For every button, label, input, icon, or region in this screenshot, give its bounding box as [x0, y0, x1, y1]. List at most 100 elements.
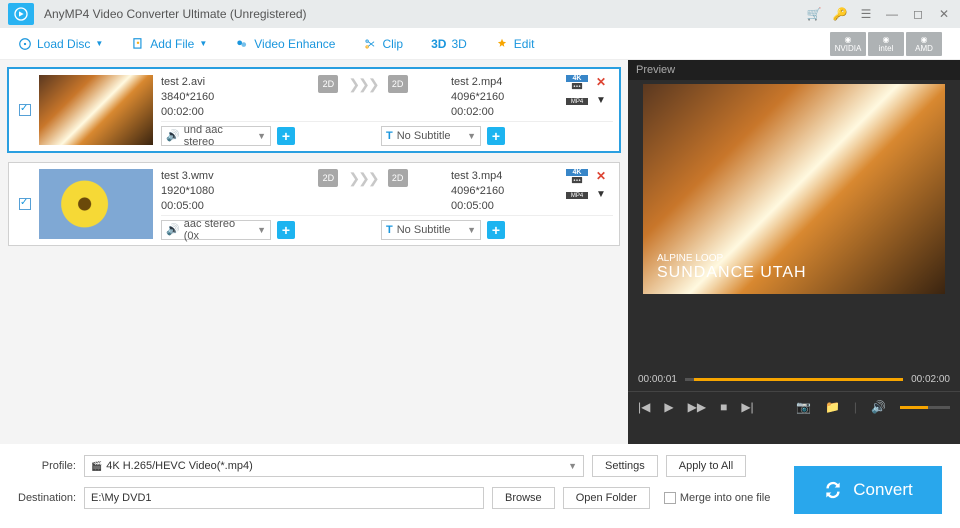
profile-format-icon: 🎬: [91, 461, 102, 472]
merge-checkbox[interactable]: Merge into one file: [664, 492, 771, 504]
audio-value: und aac stereo: [184, 124, 253, 148]
profile-value: 4K H.265/HEVC Video(*.mp4): [106, 460, 253, 472]
audio-track-select[interactable]: 🔊 und aac stereo ▼: [161, 126, 271, 146]
chevron-down-icon: ▼: [257, 131, 266, 141]
stop-button[interactable]: ■: [720, 400, 727, 414]
3d-label: 3D: [451, 37, 466, 51]
volume-icon[interactable]: 🔊: [871, 400, 886, 414]
video-enhance-label: Video Enhance: [254, 37, 335, 51]
chevron-down-icon: ▼: [199, 39, 207, 48]
settings-button[interactable]: Settings: [592, 455, 658, 477]
destination-input[interactable]: E:\My DVD1: [84, 487, 484, 509]
chevron-down-icon: ▼: [467, 131, 476, 141]
load-disc-button[interactable]: Load Disc ▼: [18, 37, 103, 51]
preview-label: Preview: [628, 60, 960, 80]
gpu-intel: ◉intel: [868, 32, 904, 56]
dst-format-badge[interactable]: 2D: [388, 169, 408, 187]
add-file-button[interactable]: Add File ▼: [131, 37, 207, 51]
arrows-icon: ❯❯❯: [348, 170, 377, 187]
thumbnail[interactable]: [39, 169, 153, 239]
expand-item-button[interactable]: ▼: [596, 189, 606, 200]
gpu-amd: ◉AMD: [906, 32, 942, 56]
subtitle-value: No Subtitle: [397, 130, 451, 142]
apply-all-button[interactable]: Apply to All: [666, 455, 746, 477]
3d-button[interactable]: 3D 3D: [431, 37, 467, 51]
clip-button[interactable]: Clip: [363, 37, 403, 51]
destination-value: E:\My DVD1: [91, 492, 152, 504]
edit-button[interactable]: Edit: [495, 37, 535, 51]
file-item[interactable]: test 2.avi 3840*2160 00:02:00 2D ❯❯❯ 2D …: [8, 68, 620, 152]
video-enhance-button[interactable]: Video Enhance: [235, 37, 335, 51]
chevron-down-icon: ▼: [257, 225, 266, 235]
app-title: AnyMP4 Video Converter Ultimate (Unregis…: [44, 7, 307, 21]
dest-info: test 2.mp4 4096*2160 00:02:00: [451, 75, 565, 120]
quality-badge: 4K MP4: [565, 169, 589, 199]
open-folder-button[interactable]: 📁: [825, 400, 840, 414]
item-checkbox[interactable]: [19, 104, 31, 116]
next-button[interactable]: ▶|: [741, 400, 753, 414]
convert-button[interactable]: Convert: [794, 466, 942, 514]
load-disc-label: Load Disc: [37, 37, 90, 51]
thumbnail[interactable]: [39, 75, 153, 145]
add-subtitle-button[interactable]: +: [487, 221, 505, 239]
play-button[interactable]: ▶: [664, 400, 673, 414]
preview-overlay-text: ALPINE LOOP SUNDANCE UTAH: [657, 253, 807, 282]
arrows-icon: ❯❯❯: [348, 76, 377, 93]
add-file-icon: [131, 37, 145, 51]
dest-info: test 3.mp4 4096*2160 00:05:00: [451, 169, 565, 214]
speaker-icon: 🔊: [166, 223, 180, 236]
timeline: 00:00:01 00:02:00: [628, 368, 960, 391]
edit-label: Edit: [514, 37, 535, 51]
browse-button[interactable]: Browse: [492, 487, 555, 509]
add-audio-button[interactable]: +: [277, 127, 295, 145]
menu-icon[interactable]: ☰: [858, 6, 874, 22]
add-audio-button[interactable]: +: [277, 221, 295, 239]
cart-icon[interactable]: 🛒: [806, 6, 822, 22]
add-subtitle-button[interactable]: +: [487, 127, 505, 145]
gpu-badges: ◉NVIDIA ◉intel ◉AMD: [830, 32, 942, 56]
dst-format-badge[interactable]: 2D: [388, 75, 408, 93]
chevron-down-icon: ▼: [95, 39, 103, 48]
src-format-badge[interactable]: 2D: [318, 75, 338, 93]
clip-label: Clip: [382, 37, 403, 51]
subtitle-select[interactable]: T No Subtitle ▼: [381, 220, 481, 240]
app-logo: [8, 3, 34, 25]
subtitle-select[interactable]: T No Subtitle ▼: [381, 126, 481, 146]
time-total: 00:02:00: [911, 374, 950, 385]
item-checkbox[interactable]: [19, 198, 31, 210]
profile-label: Profile:: [18, 460, 76, 472]
3d-icon: 3D: [431, 37, 446, 51]
minimize-icon[interactable]: —: [884, 6, 900, 22]
open-folder-button[interactable]: Open Folder: [563, 487, 650, 509]
source-info: test 2.avi 3840*2160 00:02:00: [161, 75, 275, 120]
speaker-icon: 🔊: [166, 129, 180, 142]
snapshot-button[interactable]: 📷: [796, 400, 811, 414]
subtitle-icon: T: [386, 224, 393, 236]
quality-badge: 4K MP4: [565, 75, 589, 105]
remove-item-button[interactable]: ✕: [596, 169, 606, 183]
volume-slider[interactable]: [900, 406, 950, 409]
audio-track-select[interactable]: 🔊 aac stereo (0x ▼: [161, 220, 271, 240]
preview-video[interactable]: ALPINE LOOP SUNDANCE UTAH: [643, 84, 945, 294]
bottom-bar: Profile: 🎬 4K H.265/HEVC Video(*.mp4) ▼ …: [0, 444, 960, 528]
prev-button[interactable]: |◀: [638, 400, 650, 414]
profile-select[interactable]: 🎬 4K H.265/HEVC Video(*.mp4) ▼: [84, 455, 584, 477]
gpu-nvidia: ◉NVIDIA: [830, 32, 866, 56]
subtitle-icon: T: [386, 130, 393, 142]
chevron-down-icon: ▼: [467, 225, 476, 235]
key-icon[interactable]: 🔑: [832, 6, 848, 22]
fast-forward-button[interactable]: ▶▶: [688, 400, 706, 414]
convert-label: Convert: [853, 480, 913, 500]
seek-bar[interactable]: [685, 378, 903, 381]
convert-flow: 2D ❯❯❯ 2D: [275, 75, 451, 93]
subtitle-value: No Subtitle: [397, 224, 451, 236]
expand-item-button[interactable]: ▼: [596, 95, 606, 106]
maximize-icon[interactable]: ◻: [910, 6, 926, 22]
add-file-label: Add File: [150, 37, 194, 51]
src-format-badge[interactable]: 2D: [318, 169, 338, 187]
close-icon[interactable]: ✕: [936, 6, 952, 22]
titlebar: AnyMP4 Video Converter Ultimate (Unregis…: [0, 0, 960, 28]
remove-item-button[interactable]: ✕: [596, 75, 606, 89]
file-item[interactable]: test 3.wmv 1920*1080 00:05:00 2D ❯❯❯ 2D …: [8, 162, 620, 246]
convert-icon: [823, 480, 843, 500]
